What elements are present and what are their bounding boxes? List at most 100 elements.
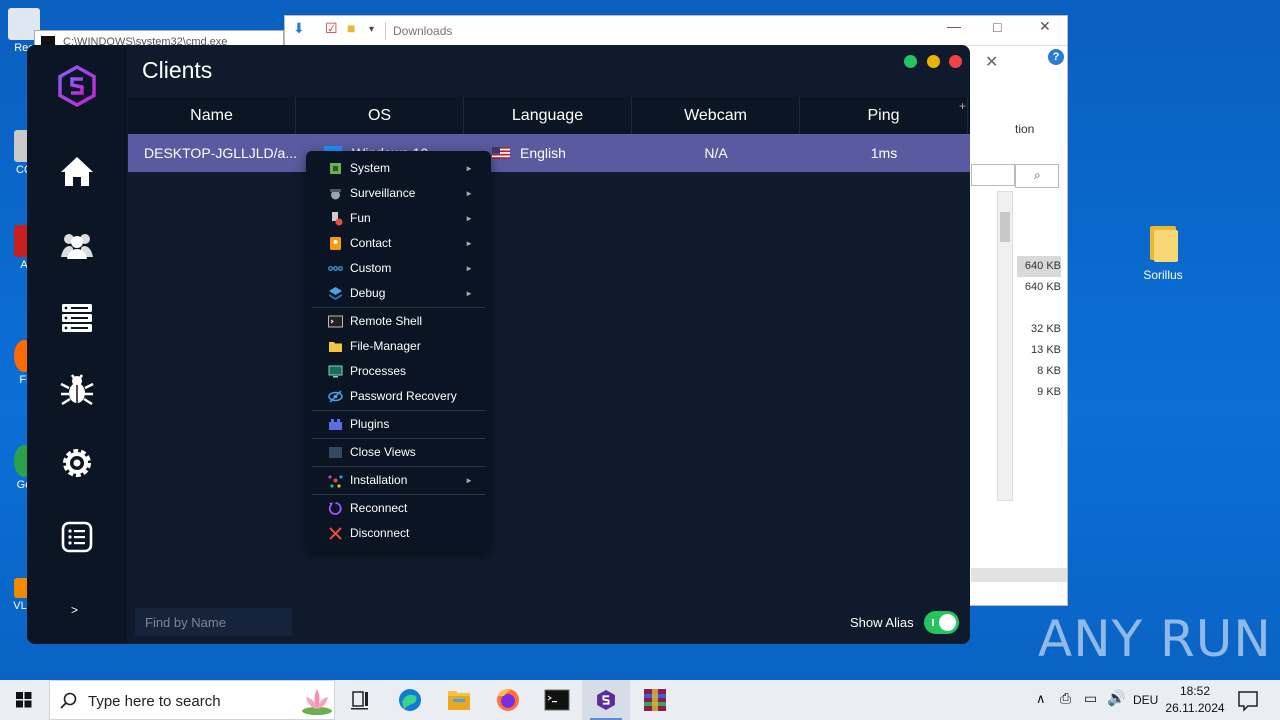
column-header-name[interactable]: Name [128, 97, 296, 134]
submenu-arrow-icon: ► [465, 239, 473, 248]
scrollbar-thumb[interactable] [1000, 212, 1010, 242]
expand-sidebar-button[interactable]: > [71, 603, 78, 617]
search-icon [60, 692, 77, 709]
submenu-arrow-icon: ► [465, 289, 473, 298]
horizontal-scrollbar[interactable] [971, 568, 1067, 582]
file-size: 640 KB [1017, 256, 1061, 277]
menu-label: Contact [350, 236, 392, 250]
menu-label: Reconnect [350, 501, 408, 515]
quick-access-dropdown-icon[interactable]: ▾ [369, 24, 374, 35]
submenu-arrow-icon: ► [465, 189, 473, 198]
firefox-icon[interactable] [484, 680, 532, 720]
column-header-language[interactable]: Language [464, 97, 632, 134]
task-view-icon[interactable] [336, 680, 384, 720]
file-size: 13 KB [1031, 344, 1061, 356]
new-folder-icon[interactable]: ■ [347, 20, 355, 36]
minimize-button[interactable] [926, 55, 940, 68]
sorillus-logo-icon [58, 65, 96, 107]
menu-item-remote-shell[interactable]: Remote Shell [306, 309, 491, 334]
titlebar-divider [385, 22, 386, 40]
menu-item-custom[interactable]: Custom ► [306, 256, 491, 281]
volume-icon[interactable]: 🔊 [1107, 689, 1126, 720]
spy-icon [330, 189, 341, 200]
sorillus-taskbar-button[interactable] [582, 680, 630, 720]
add-column-button[interactable]: + [959, 99, 966, 113]
home-icon[interactable] [57, 152, 97, 192]
submenu-arrow-icon: ► [465, 476, 473, 485]
file-explorer-icon[interactable] [435, 680, 483, 720]
menu-item-surveillance[interactable]: Surveillance ► [306, 181, 491, 206]
address-dropdown[interactable] [971, 164, 1015, 186]
ribbon-label: tion [1015, 122, 1035, 136]
menu-item-installation[interactable]: Installation ► [306, 468, 491, 493]
download-arrow-icon[interactable]: ⬇ [293, 20, 305, 37]
cmd-taskbar-icon[interactable] [533, 680, 581, 720]
column-header-webcam[interactable]: Webcam [632, 97, 800, 134]
taskbar-clock[interactable]: 18:52 26.11.2024 [1162, 683, 1228, 717]
network-icon [328, 475, 343, 488]
file-size: 9 KB [1037, 386, 1061, 398]
edge-icon[interactable] [386, 680, 434, 720]
explorer-search-box[interactable]: ⌕ [1015, 164, 1059, 188]
vertical-scrollbar[interactable] [997, 191, 1013, 501]
minimize-icon[interactable]: — [947, 18, 961, 34]
find-by-name-input[interactable] [135, 608, 292, 636]
menu-divider [312, 438, 485, 439]
maximize-button[interactable] [904, 55, 918, 68]
menu-label: Disconnect [350, 526, 410, 540]
maximize-icon[interactable]: □ [993, 19, 1001, 35]
menu-label: Password Recovery [350, 389, 457, 403]
bug-icon[interactable] [57, 370, 97, 410]
column-header-ping[interactable]: Ping [800, 97, 968, 134]
table-row[interactable]: DESKTOP-JGLLJLD/a... Windows 10 English … [128, 134, 970, 172]
taskbar-search-box[interactable]: Type here to search [49, 680, 335, 720]
show-alias-toggle[interactable] [924, 611, 959, 634]
file-size: 8 KB [1037, 365, 1061, 377]
menu-item-system[interactable]: System ► [306, 156, 491, 181]
tray-overflow-chevron-icon[interactable]: ∧ [1036, 691, 1046, 720]
help-icon[interactable]: ? [1048, 49, 1064, 65]
list-icon[interactable] [57, 517, 97, 557]
properties-icon[interactable]: ☑ [325, 20, 338, 37]
network-icon[interactable]: ▭ [1084, 690, 1097, 720]
clock-time: 18:52 [1179, 684, 1211, 698]
windows-start-icon[interactable] [0, 680, 48, 720]
menu-item-fun[interactable]: Fun ► [306, 206, 491, 231]
folder-icon [329, 342, 342, 352]
bottom-bar: Show Alias [127, 602, 970, 644]
menu-item-plugins[interactable]: Plugins [306, 412, 491, 437]
menu-label: Close Views [350, 445, 416, 459]
menu-label: Remote Shell [350, 314, 423, 328]
plugins-icon [329, 419, 342, 430]
menu-item-processes[interactable]: Processes [306, 359, 491, 384]
gear-icon[interactable] [57, 443, 97, 483]
menu-item-contact[interactable]: Contact ► [306, 231, 491, 256]
submenu-arrow-icon: ► [465, 264, 473, 273]
notifications-icon[interactable] [1228, 680, 1268, 720]
ribbon-close-icon[interactable]: ✕ [985, 52, 998, 72]
lotus-icon [302, 689, 332, 715]
server-list-icon[interactable] [57, 298, 97, 338]
close-button[interactable] [949, 55, 962, 68]
language-label: English [520, 145, 566, 161]
menu-item-password-recovery[interactable]: Password Recovery [306, 384, 491, 409]
folder-icon [1148, 222, 1178, 262]
search-placeholder: Type here to search [88, 693, 221, 710]
desktop-folder-sorillus[interactable]: Sorillus [1128, 222, 1198, 282]
menu-item-file-manager[interactable]: File-Manager [306, 334, 491, 359]
menu-item-reconnect[interactable]: Reconnect [306, 496, 491, 521]
menu-label: File-Manager [350, 339, 421, 353]
tray-device-icon[interactable]: ⎙ [1060, 690, 1071, 720]
menu-item-disconnect[interactable]: Disconnect [306, 521, 491, 546]
input-language-indicator[interactable]: DEU [1133, 693, 1158, 720]
users-icon[interactable] [57, 225, 97, 265]
close-icon[interactable]: ✕ [1039, 18, 1051, 35]
submenu-arrow-icon: ► [465, 214, 473, 223]
terminal-icon [328, 315, 343, 328]
menu-item-close-views[interactable]: Close Views [306, 440, 491, 465]
menu-item-debug[interactable]: Debug ► [306, 281, 491, 306]
eye-slash-icon [328, 390, 343, 403]
column-header-os[interactable]: OS [296, 97, 464, 134]
winrar-icon[interactable] [631, 680, 679, 720]
monitor-icon [328, 365, 343, 378]
